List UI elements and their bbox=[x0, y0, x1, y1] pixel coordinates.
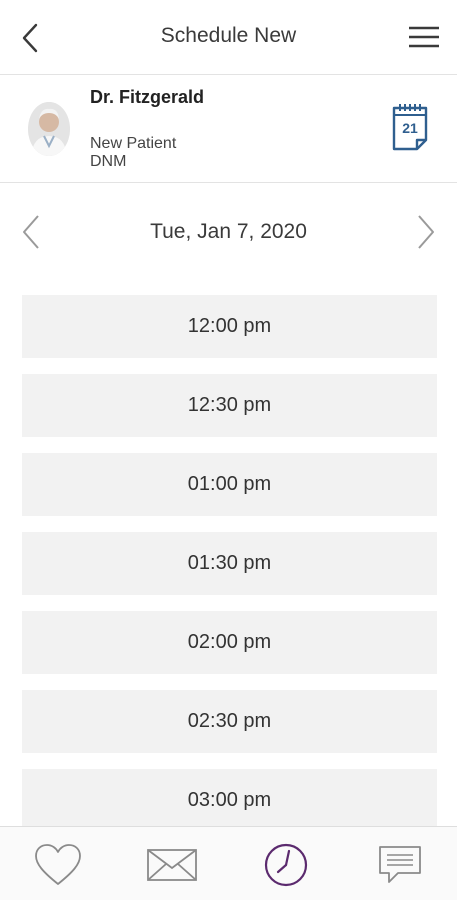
doctor-code: DNM bbox=[90, 153, 127, 170]
chat-icon bbox=[379, 846, 421, 883]
tab-messages[interactable] bbox=[146, 841, 198, 889]
selected-date: Tue, Jan 7, 2020 bbox=[150, 220, 307, 243]
doctor-name: Dr. Fitzgerald bbox=[90, 87, 205, 107]
tab-favorites[interactable] bbox=[32, 841, 84, 889]
tab-schedule[interactable] bbox=[260, 841, 312, 889]
patient-type: New Patient bbox=[90, 135, 177, 152]
time-slot[interactable]: 12:00 pm bbox=[22, 295, 437, 358]
time-slot[interactable]: 12:30 pm bbox=[22, 374, 437, 437]
page-title: Schedule New bbox=[160, 24, 297, 47]
calendar-icon: 21 bbox=[392, 104, 428, 151]
doctor-card: Dr. Fitzgerald New Patient DNM 21 bbox=[0, 75, 457, 183]
tab-chat[interactable] bbox=[374, 841, 426, 889]
bottom-tab-bar bbox=[0, 826, 457, 900]
time-slot-list: 12:00 pm 12:30 pm 01:00 pm 01:30 pm 02:0… bbox=[22, 295, 437, 826]
hamburger-menu-icon bbox=[409, 26, 439, 48]
menu-button[interactable] bbox=[407, 22, 441, 52]
time-slot[interactable]: 02:00 pm bbox=[22, 611, 437, 674]
time-slot[interactable]: 02:30 pm bbox=[22, 690, 437, 753]
heart-icon bbox=[35, 844, 81, 885]
calendar-day: 21 bbox=[402, 120, 418, 136]
time-slot[interactable]: 01:00 pm bbox=[22, 453, 437, 516]
mail-icon bbox=[147, 849, 197, 881]
time-slot[interactable]: 01:30 pm bbox=[22, 532, 437, 595]
time-slot[interactable]: 03:00 pm bbox=[22, 769, 437, 826]
app-header: Schedule New bbox=[0, 0, 457, 75]
avatar bbox=[28, 102, 70, 156]
next-day-button[interactable] bbox=[411, 212, 439, 252]
chevron-right-icon bbox=[418, 215, 434, 249]
clock-icon bbox=[264, 843, 308, 887]
calendar-button[interactable]: 21 bbox=[391, 102, 429, 152]
date-navigator: Tue, Jan 7, 2020 bbox=[0, 208, 457, 256]
